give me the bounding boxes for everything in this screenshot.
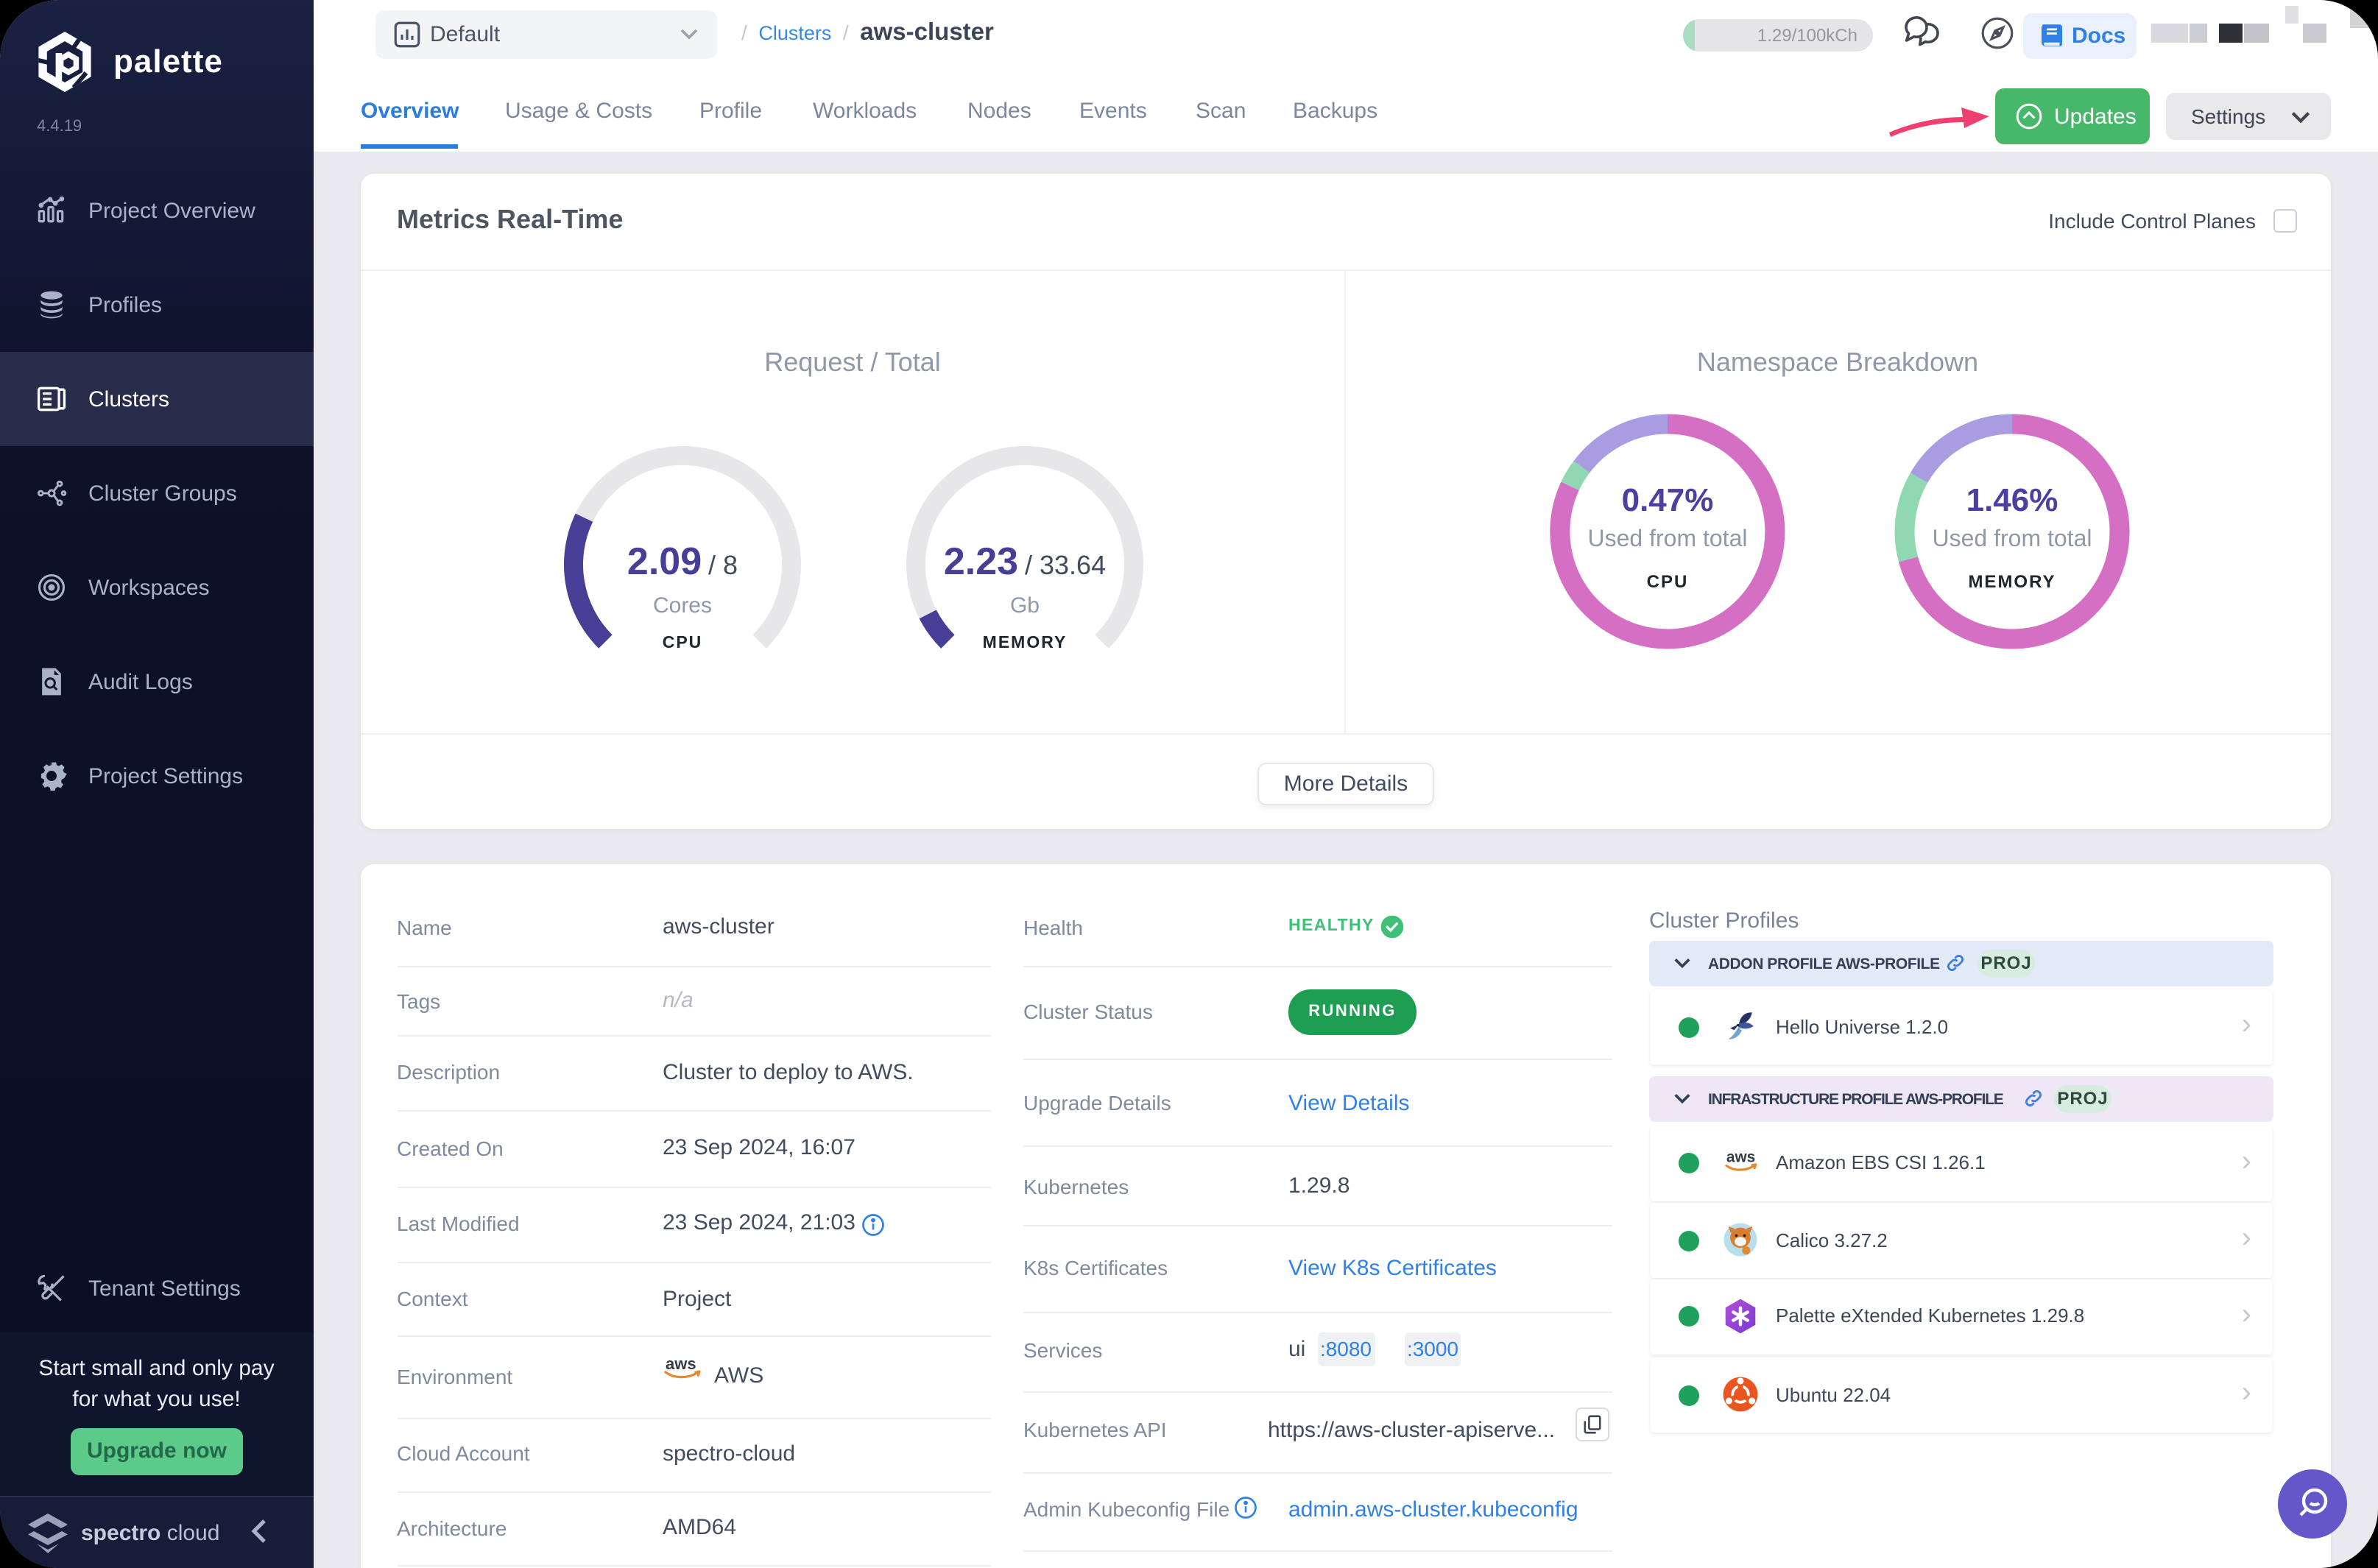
- svg-text:aws: aws: [666, 1355, 696, 1373]
- svg-text:aws: aws: [1726, 1148, 1755, 1165]
